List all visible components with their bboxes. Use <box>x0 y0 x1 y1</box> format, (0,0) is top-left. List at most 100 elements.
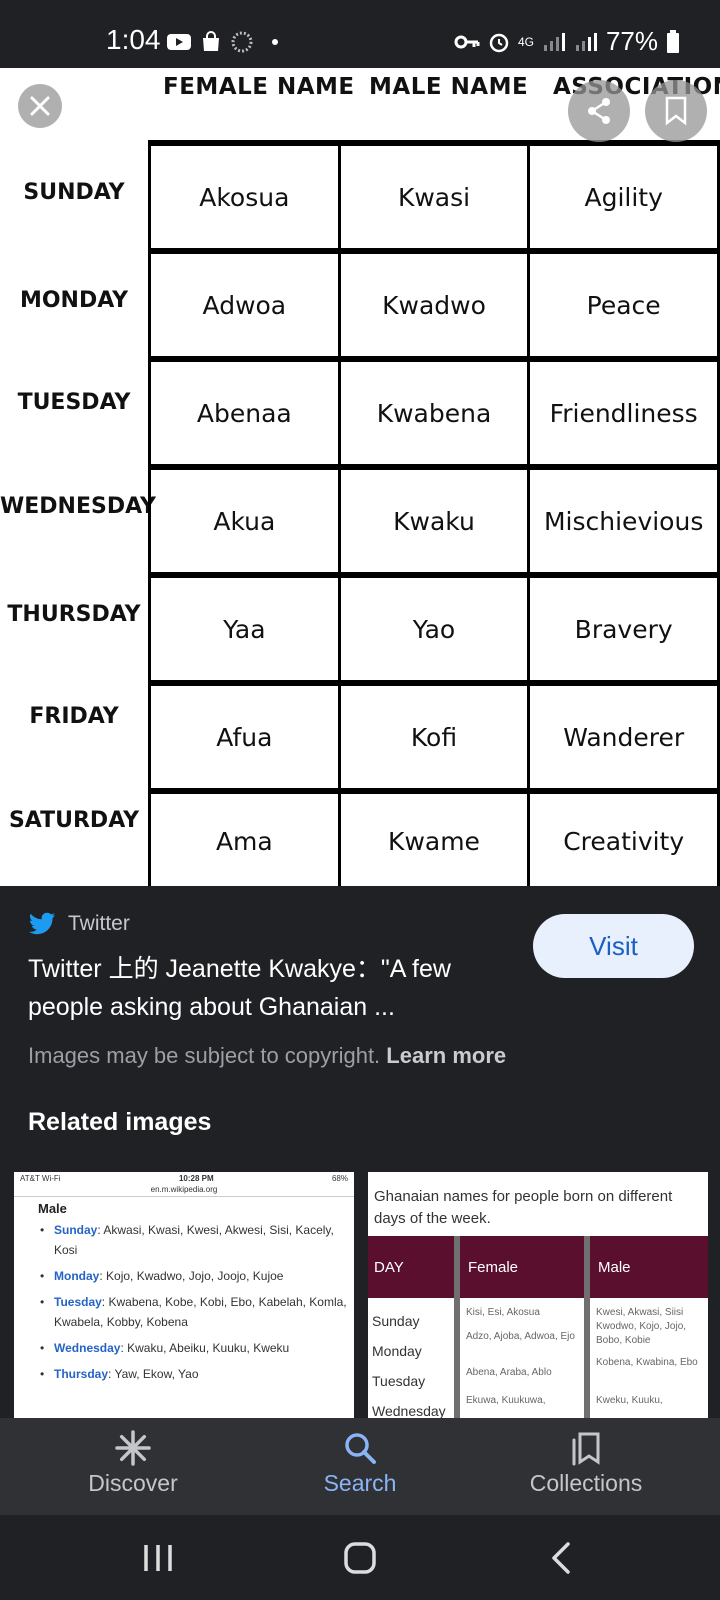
thumb-header-day: DAY <box>368 1236 460 1298</box>
thumb-list: Sunday: Akwasi, Kwasi, Kwesi, Akwesi, Si… <box>14 1220 354 1384</box>
bottom-navigation: Discover Search Collections <box>0 1418 720 1515</box>
signal-icon <box>543 32 565 51</box>
nav-collections[interactable]: Collections <box>486 1430 686 1497</box>
thumb-url: en.m.wikipedia.org <box>14 1185 354 1197</box>
thumb-male: Kweku, Kuuku, <box>596 1395 663 1406</box>
copyright-text: Images may be subject to copyright. <box>28 1043 381 1068</box>
day-label-monday: MONDAY <box>19 288 129 313</box>
nav-search-label: Search <box>323 1470 397 1496</box>
source-line[interactable]: Twitter <box>28 912 130 936</box>
status-right: 4G 77% <box>454 26 680 57</box>
loading-icon <box>231 31 253 53</box>
male-name-cell: Kwadwo <box>341 254 531 356</box>
share-button[interactable] <box>568 80 630 142</box>
thumb-header-male: Male <box>598 1258 631 1276</box>
list-item-names: Kwaku, Abeiku, Kuuku, Kweku <box>127 1341 290 1355</box>
list-item: Thursday: Yaw, Ekow, Yao <box>40 1364 354 1384</box>
bookmark-icon <box>665 96 687 126</box>
system-navigation-bar <box>0 1515 720 1600</box>
table-row: Afua Kofi Wanderer <box>151 686 720 794</box>
list-item: Wednesday: Kwaku, Abeiku, Kuuku, Kweku <box>40 1338 354 1358</box>
header-female-name: FEMALE NAME <box>163 74 355 100</box>
table-row: Ama Kwame Creativity <box>151 794 720 886</box>
list-item-day: Wednesday <box>54 1341 121 1355</box>
table-row: Adwoa Kwadwo Peace <box>151 254 720 362</box>
related-images-heading: Related images <box>28 1108 212 1136</box>
male-name-cell: Kwabena <box>341 362 531 464</box>
association-cell: Agility <box>530 146 720 248</box>
thumb-col-male: Kwesi, Akwasi, Siisi Kwodwo, Kojo, Jojo,… <box>590 1298 702 1418</box>
day-label-wednesday: WEDNESDAY <box>0 494 156 519</box>
visit-button[interactable]: Visit <box>533 914 694 978</box>
thumb-status-bar: AT&T Wi-Fi 10:28 PM 68% <box>14 1172 354 1185</box>
thumb-header-female: Female <box>460 1236 590 1298</box>
battery-icon <box>667 29 679 53</box>
asterisk-icon <box>115 1430 151 1466</box>
list-item: Tuesday: Kwabena, Kobe, Kobi, Ebo, Kabel… <box>40 1292 354 1332</box>
source-name: Twitter <box>68 912 130 935</box>
recent-apps-icon[interactable] <box>142 1543 174 1573</box>
male-name-cell: Yao <box>341 578 531 680</box>
female-name-cell: Akua <box>151 470 341 572</box>
save-to-collection-button[interactable] <box>645 80 707 142</box>
thumb-battery: 68% <box>331 1174 348 1183</box>
table-row: Yaa Yao Bravery <box>151 578 720 686</box>
list-item-day: Tuesday <box>54 1295 102 1309</box>
female-name-cell: Ama <box>151 794 341 886</box>
association-cell: Creativity <box>530 794 720 886</box>
search-icon <box>345 1433 376 1464</box>
list-item-names: Kojo, Kwadwo, Jojo, Joojo, Kujoe <box>106 1269 284 1283</box>
female-name-cell: Afua <box>151 686 341 788</box>
association-cell: Peace <box>530 254 720 356</box>
learn-more-link[interactable]: Learn more <box>386 1043 506 1068</box>
day-label-sunday: SUNDAY <box>23 180 125 205</box>
nav-discover[interactable]: Discover <box>33 1430 233 1497</box>
female-name-cell: Yaa <box>151 578 341 680</box>
thumb-time: 10:28 PM <box>178 1174 214 1183</box>
thumb-day: Sunday <box>372 1313 420 1329</box>
thumb-day: Monday <box>372 1343 422 1359</box>
thumb-female: Ekuwa, Kuukuwa, <box>466 1395 546 1406</box>
list-item-day: Monday <box>54 1269 100 1283</box>
share-icon <box>588 98 610 124</box>
names-table: Akosua Kwasi Agility Adwoa Kwadwo Peace … <box>148 140 720 886</box>
status-time: 1:04 <box>106 24 161 55</box>
nav-collections-label: Collections <box>529 1470 643 1496</box>
signal-icon-2 <box>575 32 597 51</box>
female-name-cell: Akosua <box>151 146 341 248</box>
list-item: Monday: Kojo, Kwadwo, Jojo, Joojo, Kujoe <box>40 1266 354 1286</box>
header-male-name: MALE NAME <box>369 74 529 100</box>
copyright-notice: Images may be subject to copyright. Lear… <box>28 1043 506 1069</box>
male-name-cell: Kwaku <box>341 470 531 572</box>
close-button[interactable] <box>18 84 62 128</box>
thumb-day: Tuesday <box>372 1373 426 1389</box>
nav-search[interactable]: Search <box>260 1430 460 1497</box>
result-title[interactable]: Twitter 上的 Jeanette Kwakye："A few people… <box>28 950 528 1026</box>
related-image-thumbnail[interactable]: Ghanaian names for people born on differ… <box>368 1172 708 1418</box>
day-label-saturday: SATURDAY <box>8 808 140 833</box>
table-row: Akua Kwaku Mischievious <box>151 470 720 578</box>
thumb-carrier: AT&T Wi-Fi <box>20 1174 61 1183</box>
image-preview[interactable]: FEMALE NAME MALE NAME ASSOCIATION SUNDAY… <box>0 68 720 886</box>
day-label-friday: FRIDAY <box>29 704 119 729</box>
alarm-icon <box>489 33 509 52</box>
association-cell: Wanderer <box>530 686 720 788</box>
home-icon[interactable] <box>343 1541 377 1575</box>
youtube-icon <box>167 34 191 50</box>
thumb-male: Kobena, Kwabina, Ebo <box>596 1357 698 1368</box>
thumb-male: Kwodwo, Kojo, Jojo, Bobo, Kobie <box>596 1321 687 1346</box>
thumb-table-body: Sunday Monday Tuesday Wednesday Kisi, Es… <box>368 1298 708 1418</box>
list-item: Sunday: Akwasi, Kwasi, Kwesi, Akwesi, Si… <box>40 1220 354 1260</box>
related-image-thumbnail[interactable]: AT&T Wi-Fi 10:28 PM 68% en.m.wikipedia.o… <box>14 1172 354 1418</box>
female-name-cell: Abenaa <box>151 362 341 464</box>
list-item-day: Sunday <box>54 1223 98 1237</box>
thumb-female: Kisi, Esi, Akosua <box>466 1307 540 1318</box>
table-row: Abenaa Kwabena Friendliness <box>151 362 720 470</box>
back-icon[interactable] <box>550 1541 572 1575</box>
day-label-tuesday: TUESDAY <box>17 390 131 415</box>
day-label-thursday: THURSDAY <box>7 602 141 627</box>
table-row: Akosua Kwasi Agility <box>151 146 720 254</box>
thumb-male: Kwesi, Akwasi, Siisi <box>596 1307 684 1318</box>
vpn-key-icon <box>454 35 480 48</box>
thumb-heading: Male <box>38 1201 67 1216</box>
